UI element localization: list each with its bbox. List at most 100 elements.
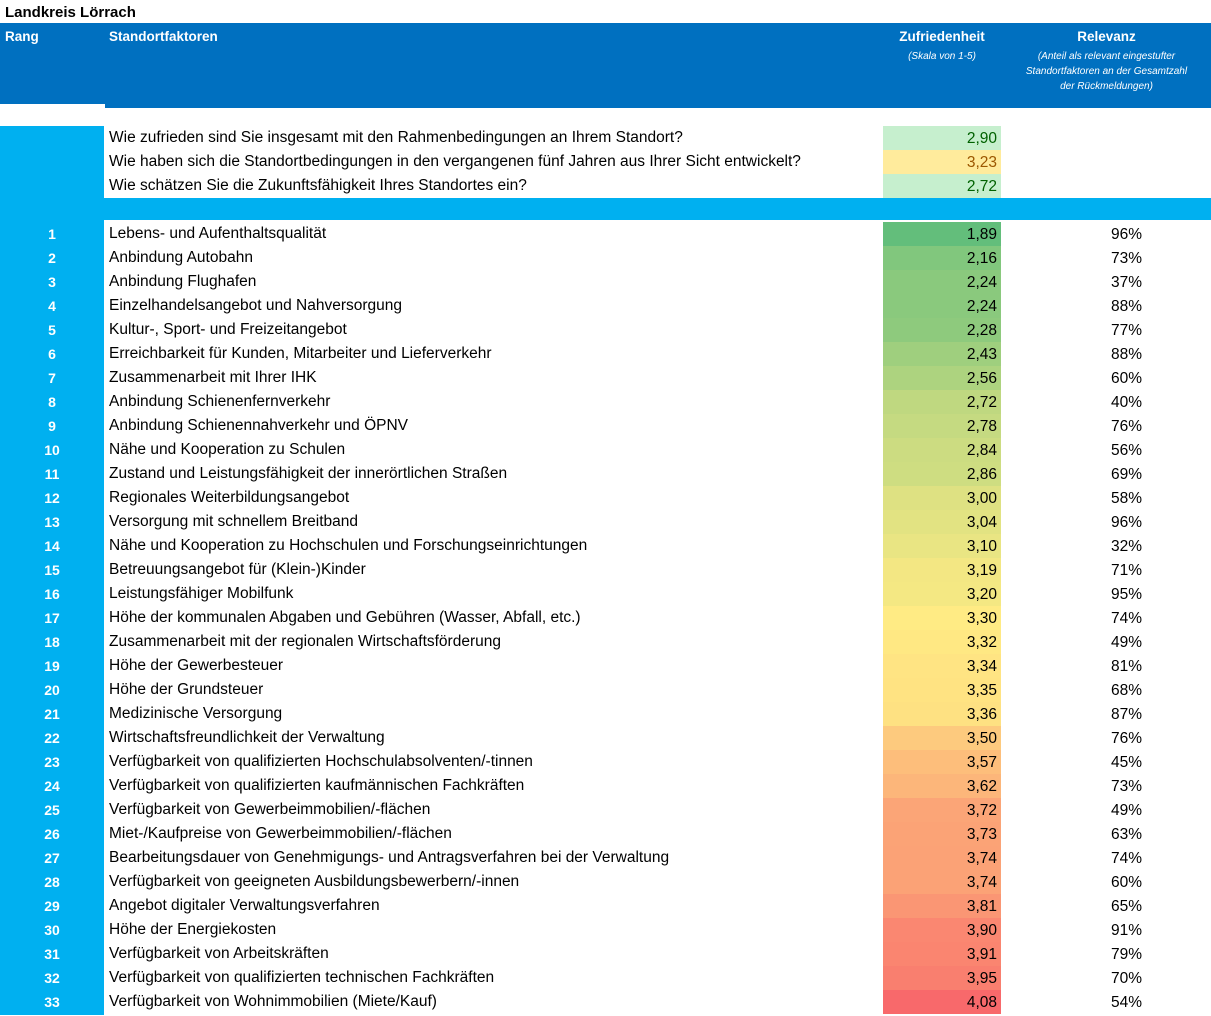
row-rank: 33 <box>44 994 60 1010</box>
row-factor: Regionales Weiterbildungsangebot <box>109 489 350 506</box>
page-title: Landkreis Lörrach <box>5 4 136 21</box>
row-score: 3,50 <box>883 726 1001 750</box>
row-score: 3,73 <box>883 822 1001 846</box>
row-relevance: 56% <box>1110 442 1143 459</box>
row-score: 2,56 <box>883 366 1001 390</box>
row-score: 3,30 <box>883 606 1001 630</box>
header-relevance-sub-line2: Standortfaktoren an der Gesamtzahl <box>1025 66 1188 77</box>
row-rank: 18 <box>44 634 60 650</box>
row-score: 1,89 <box>883 222 1001 246</box>
row-score: 3,90 <box>883 918 1001 942</box>
row-rank: 9 <box>48 418 56 434</box>
row-relevance: 74% <box>1110 610 1143 627</box>
row-relevance: 63% <box>1110 826 1143 843</box>
row-score: 3,81 <box>883 894 1001 918</box>
row-score: 3,62 <box>883 774 1001 798</box>
header-rang: Rang <box>5 29 39 44</box>
table-row: 13 Versorgung mit schnellem Breitband 3,04… <box>0 510 1211 534</box>
summary-question: Wie schätzen Sie die Zukunftsfähigkeit I… <box>109 177 527 194</box>
row-factor: Nähe und Kooperation zu Hochschulen und … <box>109 537 588 554</box>
table-row: 28 Verfügbarkeit von geeigneten Ausbildun… <box>0 870 1211 894</box>
row-score: 3,20 <box>883 582 1001 606</box>
table-row: 20 Höhe der Grundsteuer 3,35 68% <box>0 678 1211 702</box>
summary-score: 3,23 <box>883 150 1001 174</box>
table-row: 27 Bearbeitungsdauer von Genehmigungs- un… <box>0 846 1211 870</box>
table-row: 4 Einzelhandelsangebot und Nahversorgung 2… <box>0 294 1211 318</box>
row-score: 2,72 <box>883 390 1001 414</box>
row-rank: 23 <box>44 754 60 770</box>
row-rank: 21 <box>44 706 60 722</box>
row-factor: Einzelhandelsangebot und Nahversorgung <box>109 297 402 314</box>
row-factor: Kultur-, Sport- und Freizeitangebot <box>109 321 347 338</box>
row-rank: 15 <box>44 562 60 578</box>
table-row: 1 Lebens- und Aufenthaltsqualität 1,89 96% <box>0 222 1211 246</box>
row-factor: Angebot digitaler Verwaltungsverfahren <box>109 897 380 914</box>
table-row: 23 Verfügbarkeit von qualifizierten Hochs… <box>0 750 1211 774</box>
row-rank: 29 <box>44 898 60 914</box>
row-factor: Verfügbarkeit von qualifizierten Hochsch… <box>109 753 533 770</box>
row-relevance: 88% <box>1110 298 1143 315</box>
table-row: 19 Höhe der Gewerbesteuer 3,34 81% <box>0 654 1211 678</box>
table-row: 7 Zusammenarbeit mit Ihrer IHK 2,56 60% <box>0 366 1211 390</box>
row-relevance: 58% <box>1110 490 1143 507</box>
row-score: 3,34 <box>883 654 1001 678</box>
summary-row: Wie schätzen Sie die Zukunftsfähigkeit I… <box>0 174 1211 198</box>
row-score: 3,36 <box>883 702 1001 726</box>
row-rank: 19 <box>44 658 60 674</box>
row-score: 3,95 <box>883 966 1001 990</box>
row-relevance: 37% <box>1110 274 1143 291</box>
row-score: 3,57 <box>883 750 1001 774</box>
row-factor: Höhe der Energiekosten <box>109 921 277 938</box>
row-score: 2,16 <box>883 246 1001 270</box>
row-score: 3,19 <box>883 558 1001 582</box>
header-relevance-sub: (Anteil als relevant eingestufter Stando… <box>1002 49 1211 94</box>
row-rank: 28 <box>44 874 60 890</box>
row-score: 4,08 <box>883 990 1001 1014</box>
row-score: 2,24 <box>883 294 1001 318</box>
row-rank: 11 <box>44 466 60 482</box>
row-relevance: 40% <box>1110 394 1143 411</box>
row-score: 3,00 <box>883 486 1001 510</box>
row-factor: Verfügbarkeit von geeigneten Ausbildungs… <box>109 873 520 890</box>
row-score: 3,74 <box>883 870 1001 894</box>
row-rank: 2 <box>48 250 56 266</box>
row-score: 3,32 <box>883 630 1001 654</box>
summary-question: Wie zufrieden sind Sie insgesamt mit den… <box>109 129 683 146</box>
table-row: 6 Erreichbarkeit für Kunden, Mitarbeiter … <box>0 342 1211 366</box>
table-row: 32 Verfügbarkeit von qualifizierten techn… <box>0 966 1211 990</box>
header-gap <box>105 104 1211 108</box>
row-rank: 32 <box>44 970 60 986</box>
row-factor: Verfügbarkeit von Wohnimmobilien (Miete/… <box>109 993 437 1010</box>
summary-question: Wie haben sich die Standortbedingungen i… <box>109 153 801 170</box>
row-score: 3,10 <box>883 534 1001 558</box>
row-factor: Anbindung Autobahn <box>109 249 253 266</box>
row-score: 3,74 <box>883 846 1001 870</box>
row-relevance: 79% <box>1110 946 1143 963</box>
table-row: 25 Verfügbarkeit von Gewerbeimmobilien/-f… <box>0 798 1211 822</box>
row-rank: 25 <box>44 802 60 818</box>
row-relevance: 32% <box>1110 538 1143 555</box>
row-relevance: 88% <box>1110 346 1143 363</box>
row-rank: 31 <box>44 946 60 962</box>
table-row: 5 Kultur-, Sport- und Freizeitangebot 2,28… <box>0 318 1211 342</box>
row-relevance: 68% <box>1110 682 1143 699</box>
row-relevance: 60% <box>1110 874 1143 891</box>
row-factor: Anbindung Schienennahverkehr und ÖPNV <box>109 417 409 434</box>
row-relevance: 45% <box>1110 754 1143 771</box>
table-header: Rang Standortfaktoren Zufriedenheit (Ska… <box>0 23 1211 104</box>
row-rank: 8 <box>48 394 56 410</box>
row-relevance: 81% <box>1110 658 1143 675</box>
table-row: 17 Höhe der kommunalen Abgaben und Gebühr… <box>0 606 1211 630</box>
row-factor: Betreuungsangebot für (Klein-)Kinder <box>109 561 366 578</box>
row-relevance: 71% <box>1110 562 1143 579</box>
row-factor: Anbindung Schienenfernverkehr <box>109 393 331 410</box>
table-row: 22 Wirtschaftsfreundlichkeit der Verwaltu… <box>0 726 1211 750</box>
row-rank: 6 <box>48 346 56 362</box>
row-factor: Höhe der Grundsteuer <box>109 681 264 698</box>
row-score: 2,84 <box>883 438 1001 462</box>
row-score: 2,24 <box>883 270 1001 294</box>
table-row: 9 Anbindung Schienennahverkehr und ÖPNV 2,… <box>0 414 1211 438</box>
row-rank: 16 <box>44 586 60 602</box>
table-row: 33 Verfügbarkeit von Wohnimmobilien (Miet… <box>0 990 1211 1014</box>
row-relevance: 76% <box>1110 730 1143 747</box>
